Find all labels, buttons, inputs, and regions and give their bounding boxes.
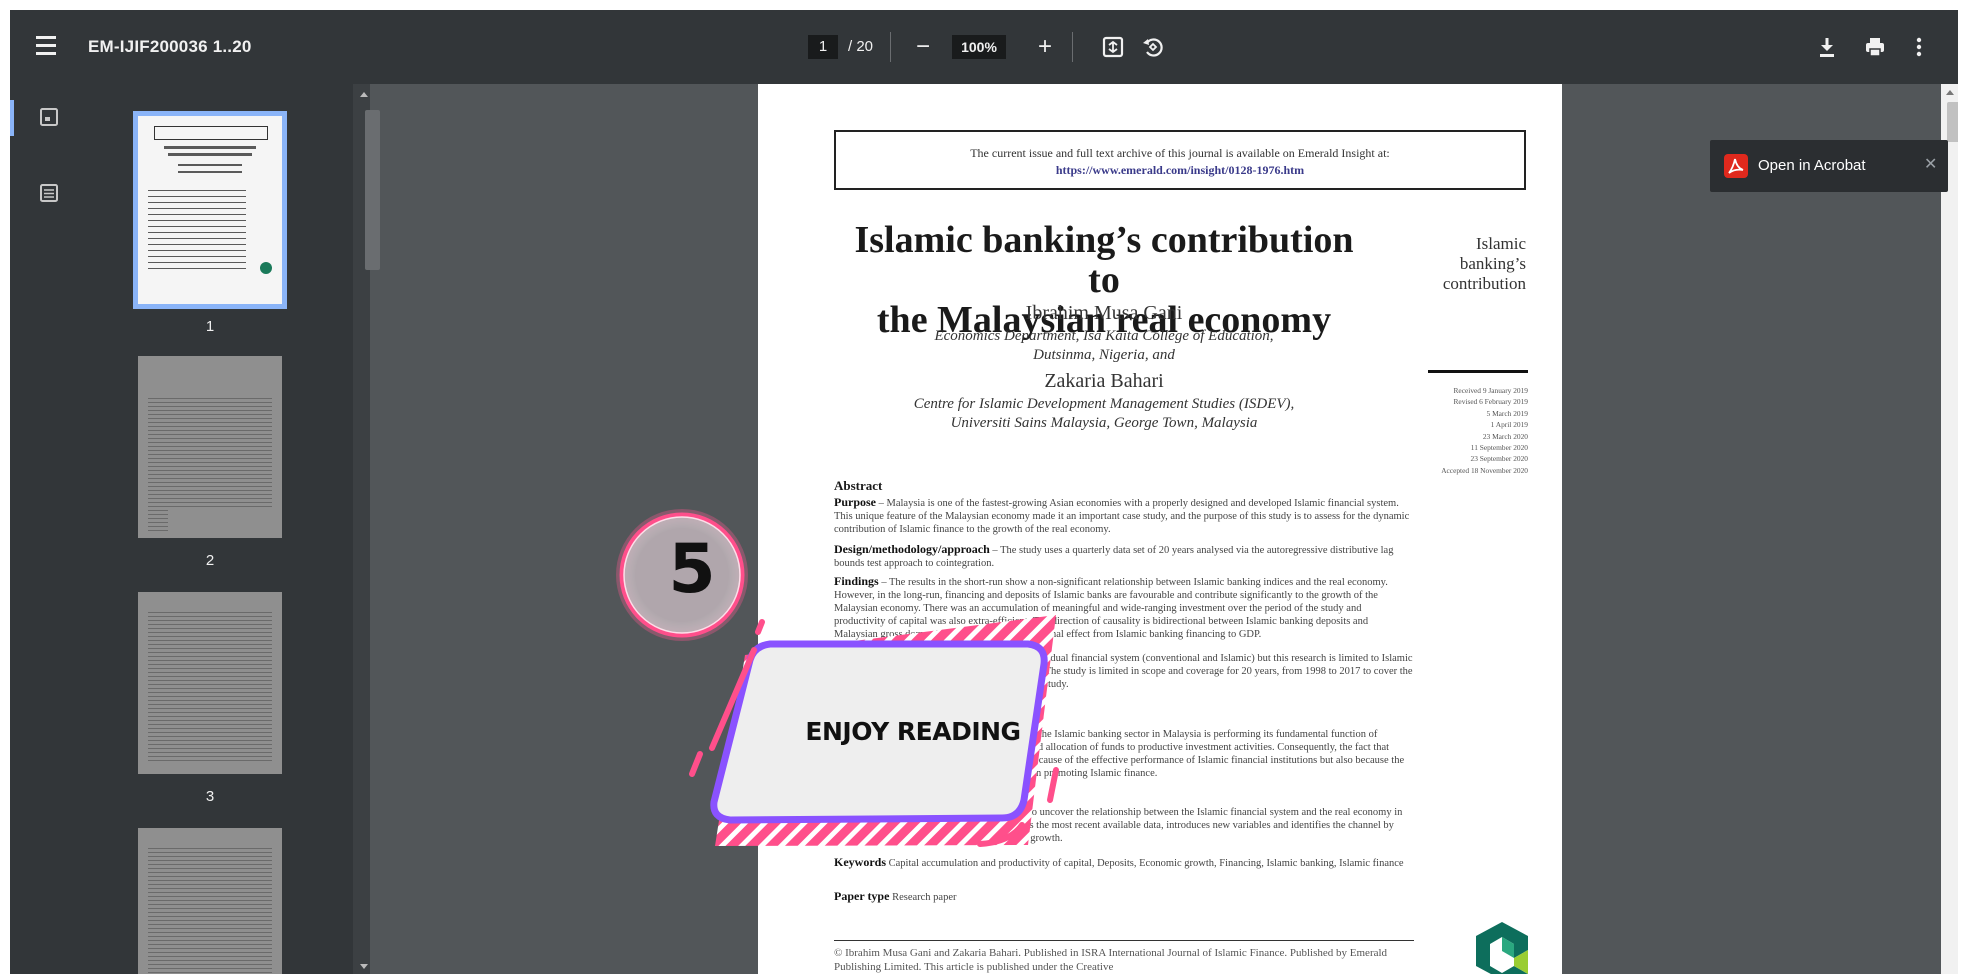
banner-text: ENJOY READING [805,717,1021,746]
badge-number: 5 [668,530,716,609]
pdf-viewer: EM-IJIF200036 1..20 1 / 20 − 100% + 1 2 … [10,10,1958,974]
promo-overlay [616,509,1059,847]
